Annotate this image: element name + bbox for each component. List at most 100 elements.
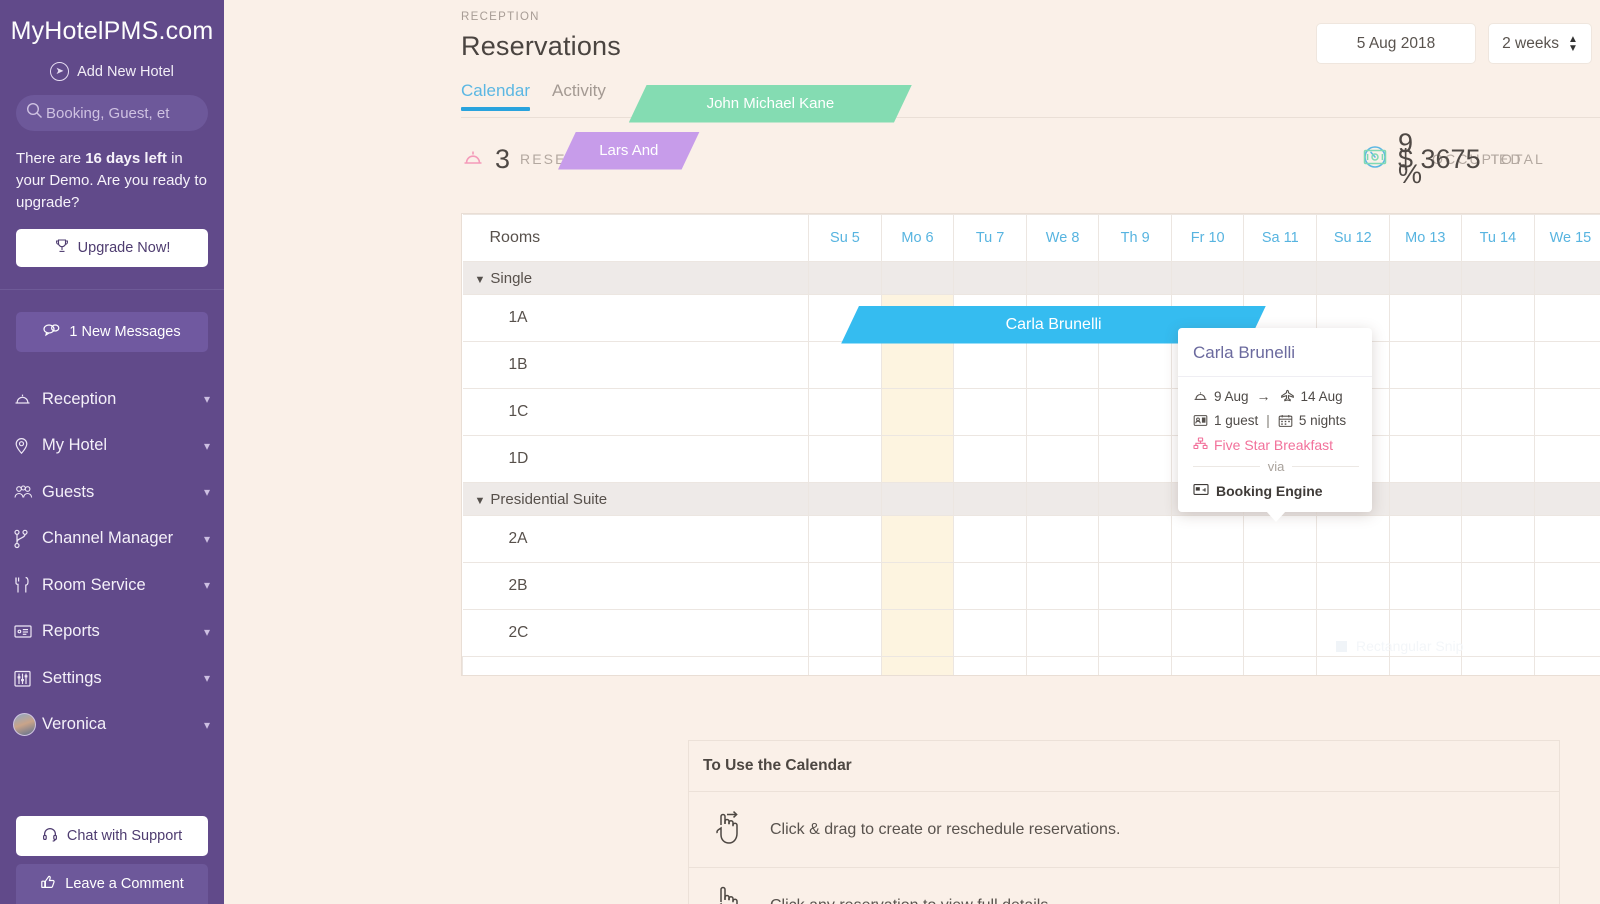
calendar-cell[interactable]	[1098, 388, 1172, 436]
calendar-cell[interactable]	[953, 609, 1027, 657]
calendar-cell[interactable]	[1025, 515, 1100, 563]
calendar-cell[interactable]	[1025, 435, 1100, 483]
calendar-cell[interactable]	[1388, 435, 1463, 483]
sidebar-item-user-profile[interactable]: Veronica ▾	[0, 702, 224, 749]
calendar-cell[interactable]	[953, 341, 1027, 389]
calendar-cell[interactable]	[880, 609, 955, 657]
calendar-cell[interactable]	[1461, 341, 1535, 389]
sidebar-item-my-hotel[interactable]: My Hotel ▾	[0, 423, 224, 470]
calendar-cell[interactable]	[1533, 435, 1600, 483]
calendar-cell[interactable]	[1388, 294, 1463, 342]
calendar-cell[interactable]	[880, 515, 955, 563]
calendar-cell[interactable]	[1025, 562, 1100, 610]
upgrade-now-button[interactable]: Upgrade Now!	[16, 229, 208, 267]
room-name-cell[interactable]: 1D	[462, 435, 810, 483]
day-header[interactable]: Th 9	[1098, 214, 1172, 262]
calendar-cell[interactable]	[1533, 609, 1600, 657]
room-name-cell[interactable]: 1C	[462, 388, 810, 436]
sidebar-item-settings[interactable]: Settings ▾	[0, 655, 224, 702]
day-header[interactable]: Su 12	[1316, 214, 1390, 262]
calendar-cell[interactable]	[1170, 562, 1245, 610]
sidebar-item-guests[interactable]: Guests ▾	[0, 469, 224, 516]
calendar-cell[interactable]	[1533, 341, 1600, 389]
calendar-cell[interactable]	[1461, 388, 1535, 436]
add-new-hotel-button[interactable]: ➤ Add New Hotel	[0, 54, 224, 91]
calendar-cell[interactable]	[1533, 515, 1600, 563]
calendar-cell[interactable]	[1388, 562, 1463, 610]
calendar-cell[interactable]	[1388, 609, 1463, 657]
sidebar-item-reception[interactable]: Reception ▾	[0, 376, 224, 423]
calendar-cell[interactable]	[1243, 515, 1318, 563]
day-header[interactable]: Sa 11	[1243, 214, 1318, 262]
day-header[interactable]: We 15	[1533, 214, 1600, 262]
search-input[interactable]	[46, 104, 198, 122]
reservation-bar[interactable]: John Michael Kane	[629, 85, 912, 123]
calendar-cell[interactable]	[1388, 388, 1463, 436]
range-select[interactable]: 2 weeks ▲ ▼	[1488, 23, 1592, 64]
calendar-cell[interactable]	[880, 388, 955, 436]
calendar-cell[interactable]	[880, 435, 955, 483]
day-header[interactable]: Su 5	[808, 214, 882, 262]
calendar-cell[interactable]	[808, 341, 882, 389]
calendar-cell[interactable]	[880, 562, 955, 610]
search-box[interactable]	[16, 95, 208, 131]
calendar-cell[interactable]	[1170, 609, 1245, 657]
room-group-row[interactable]: ▼ Single	[462, 261, 1600, 295]
sidebar-item-reports[interactable]: Reports ▾	[0, 609, 224, 656]
calendar-cell[interactable]	[1098, 341, 1172, 389]
day-header[interactable]: Mo 6	[880, 214, 955, 262]
calendar-cell[interactable]	[953, 562, 1027, 610]
calendar-cell[interactable]	[1098, 435, 1172, 483]
calendar-cell[interactable]	[1316, 562, 1390, 610]
day-header[interactable]: Tu 7	[953, 214, 1027, 262]
calendar-cell[interactable]	[1025, 609, 1100, 657]
calendar-cell[interactable]	[808, 515, 882, 563]
tab-calendar[interactable]: Calendar	[461, 81, 530, 111]
calendar-cell[interactable]	[1098, 609, 1172, 657]
day-header[interactable]: Fr 10	[1170, 214, 1245, 262]
calendar-cell[interactable]	[1316, 515, 1390, 563]
chat-with-support-button[interactable]: Chat with Support	[16, 816, 208, 856]
calendar-cell[interactable]	[1461, 515, 1535, 563]
calendar-cell[interactable]	[1461, 609, 1535, 657]
new-messages-button[interactable]: 1 New Messages	[16, 312, 208, 352]
calendar-cell[interactable]	[1388, 515, 1463, 563]
calendar-cell[interactable]	[1243, 609, 1318, 657]
room-name-cell[interactable]: 1B	[462, 341, 810, 389]
calendar-cell[interactable]	[1098, 515, 1172, 563]
calendar-cell[interactable]	[1533, 294, 1600, 342]
calendar-cell[interactable]	[1243, 562, 1318, 610]
calendar-cell[interactable]	[1316, 609, 1390, 657]
tab-activity[interactable]: Activity	[552, 81, 606, 111]
calendar-cell[interactable]	[808, 388, 882, 436]
calendar-cell[interactable]	[1170, 515, 1245, 563]
room-name-cell[interactable]: 1A	[462, 294, 810, 342]
calendar-cell[interactable]	[953, 388, 1027, 436]
leave-a-comment-button[interactable]: Leave a Comment	[16, 864, 208, 904]
room-name-cell[interactable]: 2B	[462, 562, 810, 610]
date-picker-button[interactable]: 5 Aug 2018	[1316, 23, 1476, 64]
calendar-cell[interactable]	[1388, 341, 1463, 389]
calendar-cell[interactable]	[953, 515, 1027, 563]
calendar-cell[interactable]	[1461, 435, 1535, 483]
room-name-cell[interactable]: 2A	[462, 515, 810, 563]
calendar-cell[interactable]	[808, 609, 882, 657]
sidebar-item-channel-manager[interactable]: Channel Manager ▾	[0, 516, 224, 563]
calendar-cell[interactable]	[1025, 341, 1100, 389]
calendar-cell[interactable]	[880, 341, 955, 389]
room-name-cell[interactable]: 2C	[462, 609, 810, 657]
day-header[interactable]: We 8	[1025, 214, 1100, 262]
sidebar-item-room-service[interactable]: Room Service ▾	[0, 562, 224, 609]
calendar-cell[interactable]	[1461, 294, 1535, 342]
day-header[interactable]: Mo 13	[1388, 214, 1463, 262]
reservation-popup[interactable]: Carla Brunelli 9 Aug → 14 Aug 1 guest | …	[1178, 328, 1372, 522]
calendar-cell[interactable]	[1533, 388, 1600, 436]
calendar-cell[interactable]	[1098, 562, 1172, 610]
calendar-cell[interactable]	[808, 562, 882, 610]
reservation-bar[interactable]: Lars And	[558, 132, 700, 170]
calendar-cell[interactable]	[808, 435, 882, 483]
day-header[interactable]: Tu 14	[1461, 214, 1535, 262]
calendar-cell[interactable]	[1025, 388, 1100, 436]
calendar-cell[interactable]	[1533, 562, 1600, 610]
popup-extra-service[interactable]: Five Star Breakfast	[1193, 437, 1359, 453]
